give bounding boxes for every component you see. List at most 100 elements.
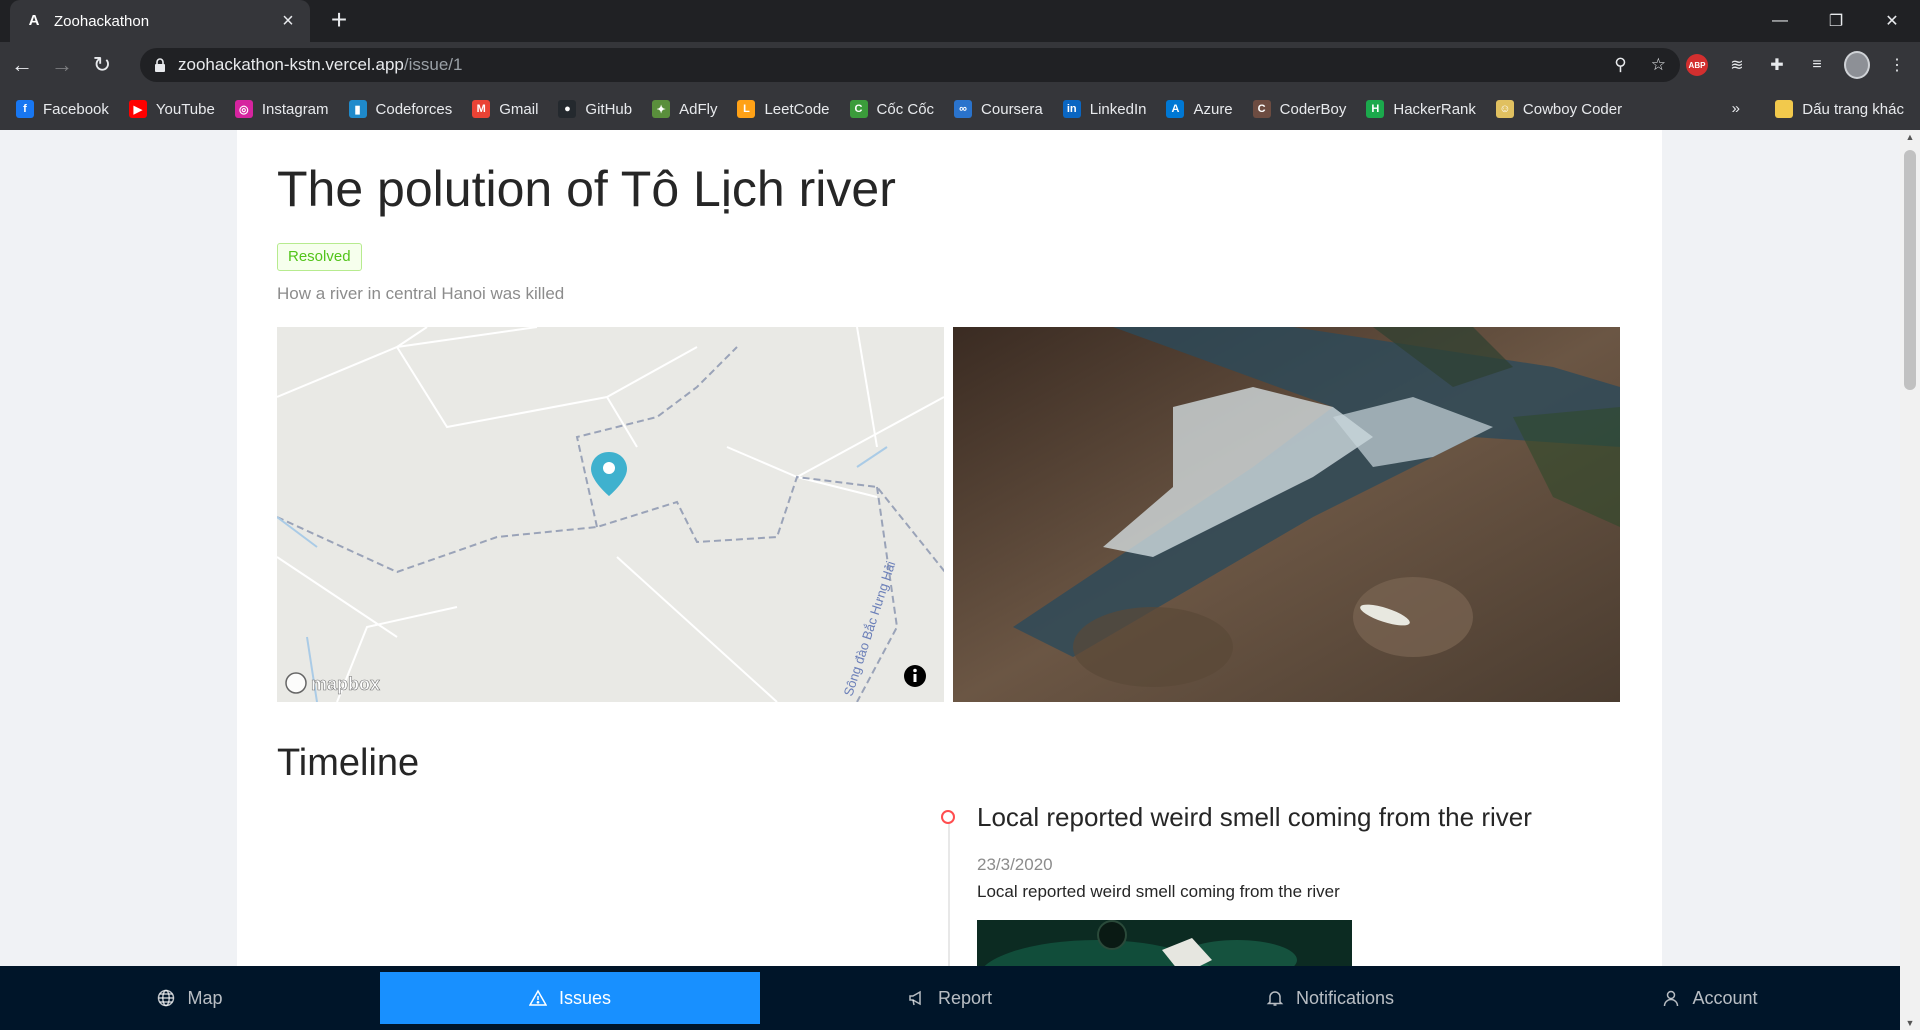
close-window-icon[interactable]: ✕ — [1864, 0, 1920, 42]
bookmark-label: Codeforces — [375, 100, 453, 118]
nav-account[interactable]: Account — [1520, 966, 1900, 1030]
nav-issues[interactable]: Issues — [380, 972, 760, 1024]
bookmark-coursera[interactable]: ∞ Coursera — [954, 100, 1043, 118]
bookmark-azure[interactable]: A Azure — [1166, 100, 1233, 118]
bookmark-leetcode[interactable]: L LeetCode — [737, 100, 830, 118]
scroll-thumb[interactable] — [1904, 150, 1916, 390]
bookmark-github[interactable]: ● GitHub — [558, 100, 632, 118]
cowboy-coder-icon: ☺ — [1495, 100, 1514, 118]
scroll-up-icon[interactable]: ▲ — [1900, 130, 1920, 144]
address-bar[interactable]: zoohackathon-kstn.vercel.app/issue/1 ⚲ ☆ — [140, 48, 1680, 82]
bookmark-adfly[interactable]: ✦ AdFly — [652, 100, 717, 118]
bookmarks-bar: f Facebook ▶ YouTube ◎ Instagram ▮ Codeforces M G… — [0, 88, 1920, 130]
instagram-icon: ◎ — [234, 100, 253, 118]
map-info-icon[interactable] — [904, 665, 926, 687]
bookmark-label: YouTube — [155, 100, 215, 118]
bookmark-codeforces[interactable]: ▮ Codeforces — [348, 100, 453, 118]
page-scrollbar[interactable]: ▲ ▼ — [1900, 130, 1920, 1030]
bottom-nav: Map Issues Report Notifications Account — [0, 966, 1900, 1030]
bookmarks-overflow-icon[interactable]: » — [1732, 100, 1740, 117]
bookmark-instagram[interactable]: ◎ Instagram — [234, 100, 329, 118]
bookmark-label: Instagram — [261, 100, 329, 118]
extensions-puzzle-icon[interactable]: ✚ — [1764, 52, 1790, 78]
nav-label: Notifications — [1295, 987, 1395, 1008]
youtube-icon: ▶ — [128, 100, 147, 118]
lock-icon — [155, 58, 165, 72]
minimize-icon[interactable]: — — [1752, 0, 1808, 42]
leetcode-icon: L — [737, 100, 756, 118]
nav-label: Report — [937, 987, 993, 1008]
hackerrank-icon: H — [1366, 100, 1385, 118]
close-tab-icon[interactable]: × — [278, 11, 298, 31]
nav-label: Map — [187, 987, 223, 1008]
browser-toolbar: ← → ↻ zoohackathon-kstn.vercel.app/issue… — [0, 42, 1920, 88]
bookmark-youtube[interactable]: ▶ YouTube — [128, 100, 215, 118]
bookmark-star-icon[interactable]: ☆ — [1651, 55, 1666, 75]
bookmark-label: Facebook — [43, 100, 109, 118]
nav-label: Issues — [558, 987, 612, 1008]
bookmark-label: Cốc Cốc — [876, 100, 935, 118]
other-bookmarks-label: Dấu trang khác — [1802, 100, 1904, 118]
bookmark-label: Azure — [1193, 100, 1233, 118]
bookmark-label: Gmail — [499, 100, 539, 118]
coderboy-icon: C — [1252, 100, 1271, 118]
github-icon: ● — [558, 100, 577, 118]
user-icon — [1662, 989, 1680, 1007]
reload-icon[interactable]: ↻ — [84, 47, 120, 83]
profile-avatar[interactable] — [1844, 51, 1870, 79]
timeline-dot-icon — [941, 810, 955, 824]
river-photo-image — [953, 327, 1620, 702]
issue-subtitle: How a river in central Hanoi was killed — [277, 284, 565, 303]
codeforces-icon: ▮ — [348, 100, 367, 118]
nav-report[interactable]: Report — [760, 966, 1140, 1030]
bookmark-cowboy-coder[interactable]: ☺ Cowboy Coder — [1495, 100, 1623, 118]
linkedin-icon: in — [1062, 100, 1081, 118]
url-host: zoohackathon-kstn.vercel.app — [178, 55, 404, 74]
scroll-down-icon[interactable]: ▼ — [1900, 1016, 1920, 1030]
tab-strip: A Zoohackathon × + — ❐ ✕ — [0, 0, 1920, 42]
bookmark-facebook[interactable]: f Facebook — [16, 100, 109, 118]
map-canvas[interactable]: Sông đào Bắc Hưng Hải mapbox — [277, 327, 944, 702]
bookmark-coccoc[interactable]: C Cốc Cốc — [849, 100, 935, 118]
globe-icon — [157, 989, 175, 1007]
media-queue-icon[interactable]: ≡ — [1804, 52, 1830, 78]
bookmark-label: CoderBoy — [1279, 100, 1347, 118]
timeline-heading: Timeline — [277, 742, 420, 784]
bookmark-label: LeetCode — [764, 100, 830, 118]
menu-dots-icon[interactable]: ⋮ — [1884, 52, 1910, 78]
browser-chrome: A Zoohackathon × + — ❐ ✕ ← → ↻ zoohackat… — [0, 0, 1920, 130]
bookmark-gmail[interactable]: M Gmail — [472, 100, 538, 118]
azure-icon: A — [1166, 100, 1185, 118]
forward-icon[interactable]: → — [44, 47, 80, 83]
location-pin-icon[interactable]: ⚲ — [1614, 55, 1626, 75]
bookmark-label: Cowboy Coder — [1522, 100, 1623, 118]
tab-favicon-icon: A — [28, 12, 40, 29]
page-viewport: The polution of Tô Lịch river Resolved H… — [0, 130, 1900, 1030]
extension-wave-icon[interactable]: ≋ — [1724, 52, 1750, 78]
issue-map[interactable]: Sông đào Bắc Hưng Hải mapbox — [277, 327, 944, 702]
bookmark-hackerrank[interactable]: H HackerRank — [1366, 100, 1476, 118]
bookmark-label: AdFly — [679, 100, 718, 118]
mapbox-logo: mapbox — [285, 672, 380, 694]
back-icon[interactable]: ← — [4, 47, 40, 83]
adblock-icon[interactable]: ABP — [1684, 52, 1710, 78]
new-tab-icon[interactable]: + — [325, 6, 353, 34]
coursera-icon: ∞ — [954, 100, 973, 118]
restore-icon[interactable]: ❐ — [1808, 0, 1864, 42]
bookmark-coderboy[interactable]: C CoderBoy — [1252, 100, 1347, 118]
nav-notifications[interactable]: Notifications — [1140, 966, 1520, 1030]
tab-title: Zoohackathon — [54, 12, 150, 30]
issue-content: The polution of Tô Lịch river Resolved H… — [237, 130, 1662, 1030]
coccoc-icon: C — [849, 100, 868, 118]
folder-icon — [1775, 100, 1794, 118]
warning-icon — [528, 989, 547, 1007]
bookmark-label: LinkedIn — [1089, 100, 1147, 118]
other-bookmarks[interactable]: Dấu trang khác — [1775, 88, 1904, 130]
extensions: ABP ≋ ✚ ≡ ⋮ — [1684, 48, 1910, 82]
mapbox-logo-text: mapbox — [311, 674, 380, 694]
bookmark-linkedin[interactable]: in LinkedIn — [1062, 100, 1147, 118]
facebook-icon: f — [16, 100, 34, 118]
page-title: The polution of Tô Lịch river — [277, 161, 896, 217]
nav-map[interactable]: Map — [0, 966, 380, 1030]
browser-tab[interactable]: A Zoohackathon × — [10, 0, 310, 42]
